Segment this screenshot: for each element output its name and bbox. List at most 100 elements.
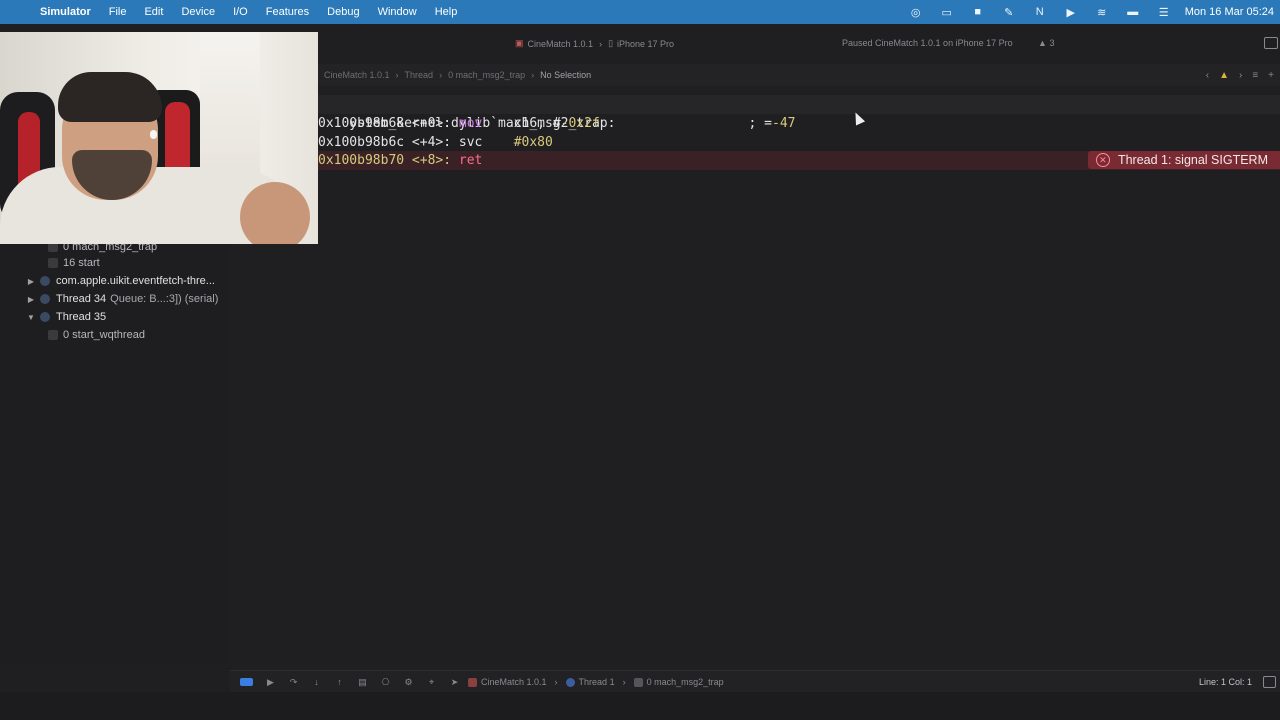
add-editor-icon[interactable]: +: [1268, 70, 1274, 81]
thread-row[interactable]: ▶ Thread 34 Queue: B...:3]) (serial): [0, 290, 230, 308]
earbud: [150, 130, 157, 139]
instruction-comment: ; =: [748, 116, 772, 131]
disclosure-down-icon[interactable]: ▼: [26, 313, 36, 322]
code-line-header: ystem_kernel.dylib`mach_msg2_trap:: [318, 95, 1280, 131]
continue-icon[interactable]: ▶: [265, 677, 276, 688]
error-x-icon: ✕: [1095, 153, 1110, 167]
frame-label: 0 start_wqthread: [63, 329, 145, 341]
menu-help[interactable]: Help: [435, 6, 458, 18]
frame-icon: [633, 677, 643, 687]
memory-graph-icon[interactable]: ⎔: [380, 677, 391, 688]
menu-io[interactable]: I/O: [233, 6, 248, 18]
debug-crumb-app[interactable]: CineMatch 1.0.1: [468, 677, 547, 687]
control-center-icon[interactable]: ☰: [1157, 6, 1171, 19]
jump-crumb-app[interactable]: CineMatch 1.0.1: [324, 70, 390, 80]
instruction-offset: <+0>:: [411, 116, 452, 131]
jump-crumb-selection[interactable]: No Selection: [540, 70, 591, 80]
thread-queue-label: Queue: B...:3]) (serial): [110, 293, 219, 305]
thread-icon: [40, 294, 50, 304]
activity-status: Paused CineMatch 1.0.1 on iPhone 17 Pro: [842, 38, 1013, 48]
thread-label: Thread 34: [56, 293, 107, 305]
menu-edit[interactable]: Edit: [144, 6, 163, 18]
warnings-indicator[interactable]: ▲ 3: [1038, 38, 1054, 48]
chevron-right-icon: ›: [531, 70, 535, 80]
view-hierarchy-icon[interactable]: ▤: [357, 677, 368, 688]
instruction-opcode: ret: [458, 153, 483, 168]
menu-device[interactable]: Device: [181, 6, 215, 18]
menu-file[interactable]: File: [109, 6, 127, 18]
thread-icon: [565, 677, 575, 687]
battery-icon[interactable]: ▬: [1126, 6, 1140, 18]
chevron-right-icon: ›: [622, 677, 626, 687]
instruction-address: 0x100b98b70: [318, 153, 405, 168]
step-out-icon[interactable]: ↑: [334, 677, 345, 688]
code-line: 0x100b98b68 <+0>: mov x16, #-0x2f ; =-47: [318, 114, 1280, 133]
frame-row[interactable]: 16 start: [0, 254, 230, 272]
debug-crumb-label: CineMatch 1.0.1: [481, 677, 547, 687]
jump-crumb-thread[interactable]: Thread: [405, 70, 434, 80]
jump-crumb-frame[interactable]: 0 mach_msg2_trap: [448, 70, 525, 80]
console-toggle-icon[interactable]: [1263, 676, 1276, 688]
device-icon: ▯: [608, 38, 614, 48]
screen-record-icon[interactable]: ◎: [909, 6, 923, 19]
debug-crumb-label: Thread 1: [578, 677, 615, 687]
error-annotation[interactable]: ✕ Thread 1: signal SIGTERM: [1087, 151, 1280, 169]
code-line: 0x100b98b6c <+4>: svc #0x80: [318, 133, 1280, 152]
simulate-location-icon[interactable]: ⌖: [426, 677, 437, 688]
chevron-right-icon[interactable]: ›: [1239, 70, 1242, 81]
thread-label: com.apple.uikit.eventfetch-thre...: [56, 275, 215, 287]
wifi-icon[interactable]: ≋: [1095, 6, 1109, 19]
environment-overrides-icon[interactable]: ⚙: [403, 677, 414, 688]
scheme-name: CineMatch 1.0.1: [527, 38, 594, 49]
warning-icon: ▲: [1038, 38, 1047, 48]
disassembly-editor[interactable]: ystem_kernel.dylib`mach_msg2_trap: 0x100…: [318, 86, 1280, 664]
step-over-icon[interactable]: ↷: [288, 677, 299, 688]
thread-row[interactable]: ▼ Thread 35: [0, 308, 230, 326]
instruction-immediate: -0x2f: [560, 116, 600, 131]
instruction-address: 0x100b98b6c: [318, 135, 405, 150]
instruction-args: x16, #: [513, 116, 561, 131]
instruction-offset: <+4>:: [411, 135, 452, 150]
disclosure-right-icon[interactable]: ▶: [26, 295, 36, 304]
app-icon: [468, 677, 477, 687]
display-icon[interactable]: ▭: [940, 6, 954, 19]
menu-clock[interactable]: Mon 16 Mar 05:24: [1185, 6, 1274, 18]
debug-crumb-frame[interactable]: 0 mach_msg2_trap: [633, 677, 724, 687]
frame-row[interactable]: 0 start_wqthread: [0, 326, 230, 344]
menu-window[interactable]: Window: [378, 6, 417, 18]
chevron-right-icon: ›: [395, 70, 399, 80]
play-icon[interactable]: ▶: [1064, 6, 1078, 19]
frame-icon: [48, 258, 58, 268]
menu-bar: Simulator File Edit Device I/O Features …: [0, 0, 1280, 24]
instruction-opcode: svc: [458, 135, 483, 150]
notion-icon[interactable]: N: [1033, 6, 1047, 18]
warning-nav-icon[interactable]: ▲: [1219, 70, 1229, 81]
jump-bar-controls: ‹ ▲ › ≡ +: [1196, 64, 1274, 86]
pen-icon[interactable]: ✎: [1002, 6, 1016, 19]
step-into-icon[interactable]: ↓: [311, 677, 322, 688]
instruction-comment-value: -47: [772, 116, 796, 131]
editor-options-icon[interactable]: ≡: [1252, 70, 1258, 81]
inspector-toggle-icon[interactable]: [1264, 37, 1278, 49]
camera-icon[interactable]: ■: [971, 6, 985, 18]
instruction-address: 0x100b98b68: [318, 116, 405, 131]
breakpoints-toggle-icon[interactable]: [240, 678, 253, 686]
scheme-selector[interactable]: ▣ CineMatch 1.0.1 › ▯ iPhone 17 Pro: [515, 38, 674, 49]
debug-crumb-thread[interactable]: Thread 1: [565, 677, 615, 687]
chevron-right-icon: ›: [599, 38, 603, 49]
menu-features[interactable]: Features: [266, 6, 309, 18]
person-arm: [240, 182, 310, 244]
person-hair: [58, 72, 162, 122]
frame-label: 16 start: [63, 257, 100, 269]
instruction-offset: <+8>:: [411, 153, 452, 168]
chevron-left-icon[interactable]: ‹: [1206, 70, 1209, 81]
menu-simulator[interactable]: Simulator: [40, 6, 91, 18]
thread-row[interactable]: ▶ com.apple.uikit.eventfetch-thre...: [0, 272, 230, 290]
instruction-immediate: #0x80: [513, 135, 553, 150]
menu-debug[interactable]: Debug: [327, 6, 359, 18]
disclosure-right-icon[interactable]: ▶: [26, 277, 36, 286]
jump-bar: CineMatch 1.0.1 › Thread › 0 mach_msg2_t…: [318, 64, 1280, 87]
frame-icon: [48, 330, 58, 340]
location-arrow-icon[interactable]: ➤: [449, 677, 460, 688]
destination-name: iPhone 17 Pro: [617, 38, 675, 49]
